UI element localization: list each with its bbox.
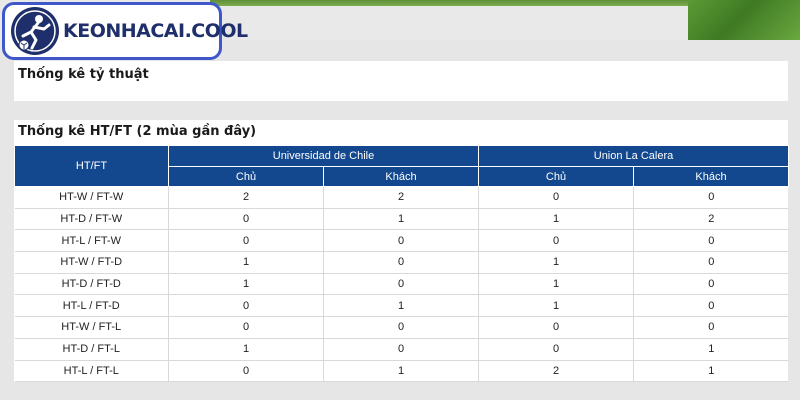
table-cell: 0 [633, 294, 789, 318]
row-label: HT-L / FT-W [14, 229, 169, 253]
table-cell: 0 [168, 316, 324, 339]
brand-name: KEONHACAI.COOL [63, 20, 248, 42]
table-cell: 0 [323, 251, 479, 274]
table-cell: 1 [478, 273, 634, 296]
team-header-home-side: Universidad de Chile [168, 145, 479, 167]
table-cell: 2 [168, 186, 324, 209]
table-row: HT-L / FT-D 0 1 1 0 [14, 294, 789, 318]
table-cell: 0 [323, 229, 479, 253]
table-cell: 1 [478, 294, 634, 318]
odds-stats-title: Thống kê tỷ thuật [18, 67, 149, 82]
table-cell: 1 [168, 338, 324, 361]
table-cell: 1 [168, 251, 324, 274]
table-cell: 0 [323, 316, 479, 339]
table-row: HT-L / FT-W 0 0 0 0 [14, 229, 789, 253]
htft-column-header: HT/FT [14, 145, 169, 187]
table-cell: 1 [323, 360, 479, 383]
table-cell: 0 [633, 273, 789, 296]
table-cell: 0 [168, 229, 324, 253]
table-row: HT-D / FT-L 1 0 0 1 [14, 338, 789, 361]
table-cell: 1 [478, 208, 634, 231]
sub-header: Chủ [478, 166, 634, 187]
table-cell: 0 [478, 186, 634, 209]
site-logo[interactable]: KEONHACAI.COOL [2, 2, 248, 60]
table-cell: 0 [478, 229, 634, 253]
banner-field-image [210, 0, 690, 6]
row-label: HT-L / FT-L [14, 360, 169, 383]
row-label: HT-W / FT-D [14, 251, 169, 274]
row-label: HT-D / FT-W [14, 208, 169, 231]
row-label: HT-D / FT-L [14, 338, 169, 361]
table-cell: 2 [478, 360, 634, 383]
table-cell: 0 [633, 186, 789, 209]
table-cell: 2 [633, 208, 789, 231]
table-row: HT-D / FT-D 1 0 1 0 [14, 273, 789, 296]
table-row: HT-W / FT-D 1 0 1 0 [14, 251, 789, 274]
sub-header: Khách [323, 166, 479, 187]
htft-table: HT/FT Universidad de Chile Union La Cale… [14, 145, 789, 383]
soccer-player-logo-icon [11, 7, 59, 55]
banner-grass-image [688, 0, 800, 40]
table-cell: 1 [478, 251, 634, 274]
table-cell: 0 [168, 208, 324, 231]
team-header-away-side: Union La Calera [478, 145, 789, 167]
table-cell: 0 [633, 251, 789, 274]
row-label: HT-W / FT-W [14, 186, 169, 209]
table-cell: 0 [168, 360, 324, 383]
table-row: HT-D / FT-W 0 1 1 2 [14, 208, 789, 231]
table-cell: 0 [323, 273, 479, 296]
table-cell: 1 [323, 208, 479, 231]
htft-stats-panel: Thống kê HT/FT (2 mùa gần đây) HT/FT Uni… [14, 120, 789, 383]
sub-header: Khách [633, 166, 789, 187]
table-row: HT-W / FT-L 0 0 0 0 [14, 316, 789, 339]
row-label: HT-D / FT-D [14, 273, 169, 296]
table-cell: 0 [633, 229, 789, 253]
table-cell: 1 [323, 294, 479, 318]
table-cell: 0 [478, 338, 634, 361]
odds-stats-panel: Thống kê tỷ thuật [14, 61, 788, 101]
table-cell: 2 [323, 186, 479, 209]
table-cell: 0 [168, 294, 324, 318]
table-cell: 0 [478, 316, 634, 339]
table-cell: 1 [168, 273, 324, 296]
htft-stats-title: Thống kê HT/FT (2 mùa gần đây) [18, 124, 257, 139]
row-label: HT-W / FT-L [14, 316, 169, 339]
sub-header: Chủ [168, 166, 324, 187]
table-row: HT-W / FT-W 2 2 0 0 [14, 186, 789, 209]
table-row: HT-L / FT-L 0 1 2 1 [14, 360, 789, 383]
table-cell: 1 [633, 360, 789, 383]
table-cell: 0 [633, 316, 789, 339]
row-label: HT-L / FT-D [14, 294, 169, 318]
table-cell: 1 [633, 338, 789, 361]
table-cell: 0 [323, 338, 479, 361]
